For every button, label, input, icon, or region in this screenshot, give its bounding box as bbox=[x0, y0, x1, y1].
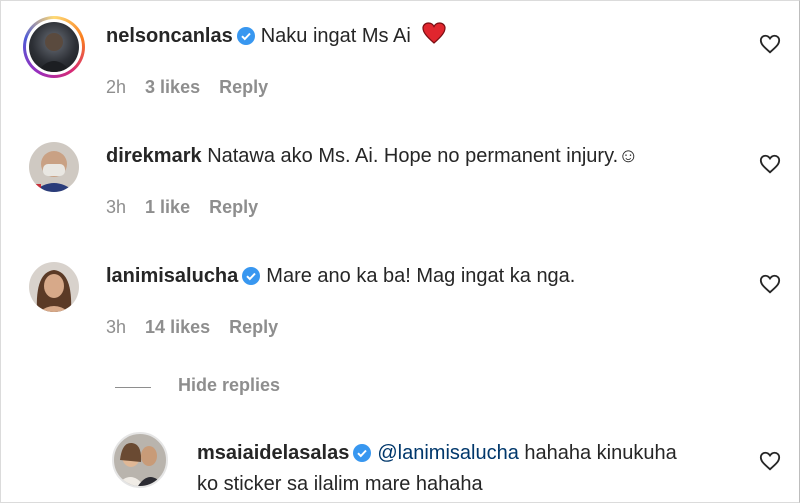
like-heart-icon[interactable] bbox=[759, 153, 781, 175]
avatar[interactable] bbox=[112, 432, 168, 488]
reply-button[interactable]: Reply bbox=[229, 317, 278, 337]
comment-text: Mare ano ka ba! Mag ingat ka nga. bbox=[266, 265, 576, 287]
verified-badge-icon bbox=[242, 267, 261, 285]
username[interactable]: nelsoncanlas bbox=[106, 25, 233, 47]
comment-time: 3h bbox=[106, 317, 127, 337]
reply-button[interactable]: Reply bbox=[219, 77, 268, 97]
comment-text: Natawa ako Ms. Ai. Hope no permanent inj… bbox=[207, 145, 639, 167]
likes-count[interactable]: 14 likes bbox=[145, 317, 210, 337]
comments-panel bbox=[0, 0, 800, 503]
hide-replies-divider bbox=[115, 387, 151, 388]
comment-text: Naku ingat Ms Ai bbox=[260, 25, 411, 47]
reply-button[interactable]: Reply bbox=[209, 197, 258, 217]
likes-count[interactable]: 1 like bbox=[145, 197, 190, 217]
comment-time: 2h bbox=[106, 77, 127, 97]
avatar[interactable] bbox=[29, 22, 79, 72]
reply-text-line2: ko sticker sa ilalim mare hahaha bbox=[197, 473, 483, 495]
avatar[interactable] bbox=[29, 142, 79, 192]
heart-emoji-icon bbox=[422, 22, 446, 44]
avatar[interactable] bbox=[29, 262, 79, 312]
like-heart-icon[interactable] bbox=[759, 33, 781, 55]
comment-time: 3h bbox=[106, 197, 127, 217]
likes-count[interactable]: 3 likes bbox=[145, 77, 200, 97]
like-heart-icon[interactable] bbox=[759, 273, 781, 295]
verified-badge-icon bbox=[236, 27, 255, 45]
hide-replies-button[interactable]: Hide replies bbox=[178, 375, 280, 396]
mention-link[interactable]: @lanimisalucha bbox=[377, 442, 518, 464]
username[interactable]: msaiaidelasalas bbox=[197, 442, 349, 464]
like-heart-icon[interactable] bbox=[759, 450, 781, 472]
verified-badge-icon bbox=[353, 444, 372, 462]
username[interactable]: direkmark bbox=[106, 145, 202, 167]
reply-text-line1: hahaha kinukuha bbox=[524, 442, 677, 464]
username[interactable]: lanimisalucha bbox=[106, 265, 238, 287]
